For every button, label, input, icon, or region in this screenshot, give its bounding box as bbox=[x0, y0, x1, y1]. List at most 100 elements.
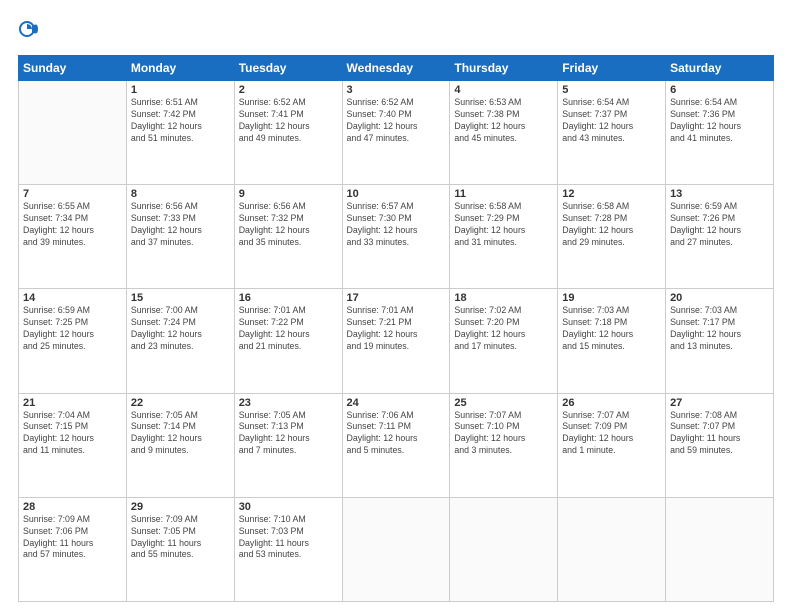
calendar-day-cell: 7Sunrise: 6:55 AM Sunset: 7:34 PM Daylig… bbox=[19, 185, 127, 289]
day-number: 21 bbox=[23, 397, 122, 409]
calendar-day-cell: 9Sunrise: 6:56 AM Sunset: 7:32 PM Daylig… bbox=[234, 185, 342, 289]
day-number: 9 bbox=[239, 188, 338, 200]
day-info: Sunrise: 7:00 AM Sunset: 7:24 PM Dayligh… bbox=[131, 305, 230, 353]
weekday-header: Thursday bbox=[450, 56, 558, 81]
calendar-day-cell bbox=[342, 497, 450, 601]
calendar-day-cell: 10Sunrise: 6:57 AM Sunset: 7:30 PM Dayli… bbox=[342, 185, 450, 289]
day-info: Sunrise: 7:01 AM Sunset: 7:22 PM Dayligh… bbox=[239, 305, 338, 353]
day-info: Sunrise: 6:52 AM Sunset: 7:41 PM Dayligh… bbox=[239, 97, 338, 145]
day-info: Sunrise: 7:03 AM Sunset: 7:17 PM Dayligh… bbox=[670, 305, 769, 353]
calendar-day-cell bbox=[666, 497, 774, 601]
day-number: 17 bbox=[347, 292, 446, 304]
day-number: 22 bbox=[131, 397, 230, 409]
day-number: 14 bbox=[23, 292, 122, 304]
day-number: 26 bbox=[562, 397, 661, 409]
day-info: Sunrise: 7:09 AM Sunset: 7:05 PM Dayligh… bbox=[131, 514, 230, 562]
day-info: Sunrise: 6:59 AM Sunset: 7:26 PM Dayligh… bbox=[670, 201, 769, 249]
day-info: Sunrise: 6:54 AM Sunset: 7:36 PM Dayligh… bbox=[670, 97, 769, 145]
day-info: Sunrise: 7:07 AM Sunset: 7:09 PM Dayligh… bbox=[562, 410, 661, 458]
calendar-day-cell: 11Sunrise: 6:58 AM Sunset: 7:29 PM Dayli… bbox=[450, 185, 558, 289]
day-info: Sunrise: 7:10 AM Sunset: 7:03 PM Dayligh… bbox=[239, 514, 338, 562]
day-number: 1 bbox=[131, 84, 230, 96]
weekday-header-row: SundayMondayTuesdayWednesdayThursdayFrid… bbox=[19, 56, 774, 81]
day-info: Sunrise: 7:07 AM Sunset: 7:10 PM Dayligh… bbox=[454, 410, 553, 458]
calendar-day-cell: 23Sunrise: 7:05 AM Sunset: 7:13 PM Dayli… bbox=[234, 393, 342, 497]
weekday-header: Saturday bbox=[666, 56, 774, 81]
calendar-week-row: 1Sunrise: 6:51 AM Sunset: 7:42 PM Daylig… bbox=[19, 81, 774, 185]
day-number: 3 bbox=[347, 84, 446, 96]
calendar-day-cell: 6Sunrise: 6:54 AM Sunset: 7:36 PM Daylig… bbox=[666, 81, 774, 185]
logo-icon bbox=[18, 18, 40, 45]
day-number: 30 bbox=[239, 501, 338, 513]
calendar-day-cell: 3Sunrise: 6:52 AM Sunset: 7:40 PM Daylig… bbox=[342, 81, 450, 185]
day-info: Sunrise: 6:54 AM Sunset: 7:37 PM Dayligh… bbox=[562, 97, 661, 145]
day-info: Sunrise: 6:59 AM Sunset: 7:25 PM Dayligh… bbox=[23, 305, 122, 353]
header bbox=[18, 18, 774, 45]
day-number: 15 bbox=[131, 292, 230, 304]
weekday-header: Monday bbox=[126, 56, 234, 81]
day-number: 16 bbox=[239, 292, 338, 304]
calendar-day-cell: 28Sunrise: 7:09 AM Sunset: 7:06 PM Dayli… bbox=[19, 497, 127, 601]
calendar-day-cell: 17Sunrise: 7:01 AM Sunset: 7:21 PM Dayli… bbox=[342, 289, 450, 393]
calendar-day-cell: 27Sunrise: 7:08 AM Sunset: 7:07 PM Dayli… bbox=[666, 393, 774, 497]
day-number: 27 bbox=[670, 397, 769, 409]
day-number: 13 bbox=[670, 188, 769, 200]
day-info: Sunrise: 6:56 AM Sunset: 7:33 PM Dayligh… bbox=[131, 201, 230, 249]
day-number: 2 bbox=[239, 84, 338, 96]
calendar-day-cell: 4Sunrise: 6:53 AM Sunset: 7:38 PM Daylig… bbox=[450, 81, 558, 185]
day-number: 28 bbox=[23, 501, 122, 513]
day-number: 4 bbox=[454, 84, 553, 96]
day-info: Sunrise: 7:04 AM Sunset: 7:15 PM Dayligh… bbox=[23, 410, 122, 458]
weekday-header: Tuesday bbox=[234, 56, 342, 81]
weekday-header: Wednesday bbox=[342, 56, 450, 81]
calendar-day-cell: 19Sunrise: 7:03 AM Sunset: 7:18 PM Dayli… bbox=[558, 289, 666, 393]
day-number: 20 bbox=[670, 292, 769, 304]
day-info: Sunrise: 7:01 AM Sunset: 7:21 PM Dayligh… bbox=[347, 305, 446, 353]
day-info: Sunrise: 7:05 AM Sunset: 7:13 PM Dayligh… bbox=[239, 410, 338, 458]
day-number: 5 bbox=[562, 84, 661, 96]
day-number: 19 bbox=[562, 292, 661, 304]
weekday-header: Friday bbox=[558, 56, 666, 81]
day-info: Sunrise: 7:09 AM Sunset: 7:06 PM Dayligh… bbox=[23, 514, 122, 562]
day-info: Sunrise: 6:55 AM Sunset: 7:34 PM Dayligh… bbox=[23, 201, 122, 249]
day-info: Sunrise: 6:51 AM Sunset: 7:42 PM Dayligh… bbox=[131, 97, 230, 145]
calendar-day-cell: 5Sunrise: 6:54 AM Sunset: 7:37 PM Daylig… bbox=[558, 81, 666, 185]
calendar-day-cell: 29Sunrise: 7:09 AM Sunset: 7:05 PM Dayli… bbox=[126, 497, 234, 601]
calendar-day-cell bbox=[450, 497, 558, 601]
calendar-day-cell: 22Sunrise: 7:05 AM Sunset: 7:14 PM Dayli… bbox=[126, 393, 234, 497]
day-info: Sunrise: 7:06 AM Sunset: 7:11 PM Dayligh… bbox=[347, 410, 446, 458]
calendar-day-cell bbox=[19, 81, 127, 185]
calendar-day-cell: 20Sunrise: 7:03 AM Sunset: 7:17 PM Dayli… bbox=[666, 289, 774, 393]
calendar-day-cell: 15Sunrise: 7:00 AM Sunset: 7:24 PM Dayli… bbox=[126, 289, 234, 393]
day-info: Sunrise: 6:56 AM Sunset: 7:32 PM Dayligh… bbox=[239, 201, 338, 249]
day-number: 10 bbox=[347, 188, 446, 200]
calendar-day-cell: 8Sunrise: 6:56 AM Sunset: 7:33 PM Daylig… bbox=[126, 185, 234, 289]
day-number: 12 bbox=[562, 188, 661, 200]
page: SundayMondayTuesdayWednesdayThursdayFrid… bbox=[0, 0, 792, 612]
day-info: Sunrise: 6:58 AM Sunset: 7:29 PM Dayligh… bbox=[454, 201, 553, 249]
day-number: 8 bbox=[131, 188, 230, 200]
day-number: 11 bbox=[454, 188, 553, 200]
calendar-week-row: 7Sunrise: 6:55 AM Sunset: 7:34 PM Daylig… bbox=[19, 185, 774, 289]
day-info: Sunrise: 7:02 AM Sunset: 7:20 PM Dayligh… bbox=[454, 305, 553, 353]
day-number: 18 bbox=[454, 292, 553, 304]
calendar-day-cell: 13Sunrise: 6:59 AM Sunset: 7:26 PM Dayli… bbox=[666, 185, 774, 289]
day-number: 24 bbox=[347, 397, 446, 409]
calendar-table: SundayMondayTuesdayWednesdayThursdayFrid… bbox=[18, 55, 774, 602]
day-number: 7 bbox=[23, 188, 122, 200]
day-number: 6 bbox=[670, 84, 769, 96]
calendar-day-cell: 26Sunrise: 7:07 AM Sunset: 7:09 PM Dayli… bbox=[558, 393, 666, 497]
day-number: 29 bbox=[131, 501, 230, 513]
day-info: Sunrise: 7:05 AM Sunset: 7:14 PM Dayligh… bbox=[131, 410, 230, 458]
calendar-week-row: 14Sunrise: 6:59 AM Sunset: 7:25 PM Dayli… bbox=[19, 289, 774, 393]
day-info: Sunrise: 6:53 AM Sunset: 7:38 PM Dayligh… bbox=[454, 97, 553, 145]
calendar-day-cell: 18Sunrise: 7:02 AM Sunset: 7:20 PM Dayli… bbox=[450, 289, 558, 393]
day-info: Sunrise: 6:57 AM Sunset: 7:30 PM Dayligh… bbox=[347, 201, 446, 249]
calendar-day-cell: 14Sunrise: 6:59 AM Sunset: 7:25 PM Dayli… bbox=[19, 289, 127, 393]
calendar-day-cell: 1Sunrise: 6:51 AM Sunset: 7:42 PM Daylig… bbox=[126, 81, 234, 185]
calendar-day-cell: 30Sunrise: 7:10 AM Sunset: 7:03 PM Dayli… bbox=[234, 497, 342, 601]
calendar-day-cell: 24Sunrise: 7:06 AM Sunset: 7:11 PM Dayli… bbox=[342, 393, 450, 497]
calendar-week-row: 28Sunrise: 7:09 AM Sunset: 7:06 PM Dayli… bbox=[19, 497, 774, 601]
calendar-day-cell: 25Sunrise: 7:07 AM Sunset: 7:10 PM Dayli… bbox=[450, 393, 558, 497]
calendar-day-cell: 12Sunrise: 6:58 AM Sunset: 7:28 PM Dayli… bbox=[558, 185, 666, 289]
